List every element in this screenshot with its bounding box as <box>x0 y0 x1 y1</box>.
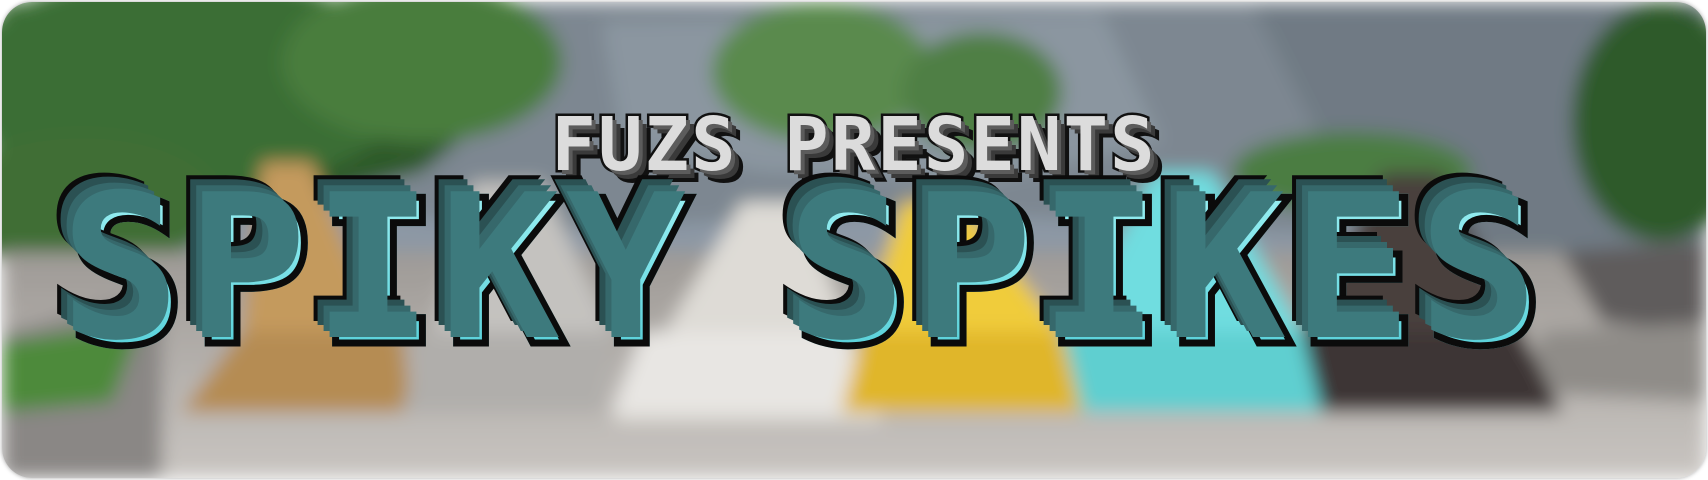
mod-banner: FUZS PRESENTS SPIKY SPIKES <box>2 2 1706 478</box>
title-word-spikes: SPIKES <box>788 171 1547 378</box>
title-word-spiky-text: SPIKY <box>62 158 699 391</box>
title-word-spiky: SPIKY <box>62 171 702 378</box>
title-word-spikes-text: SPIKES <box>788 158 1551 391</box>
